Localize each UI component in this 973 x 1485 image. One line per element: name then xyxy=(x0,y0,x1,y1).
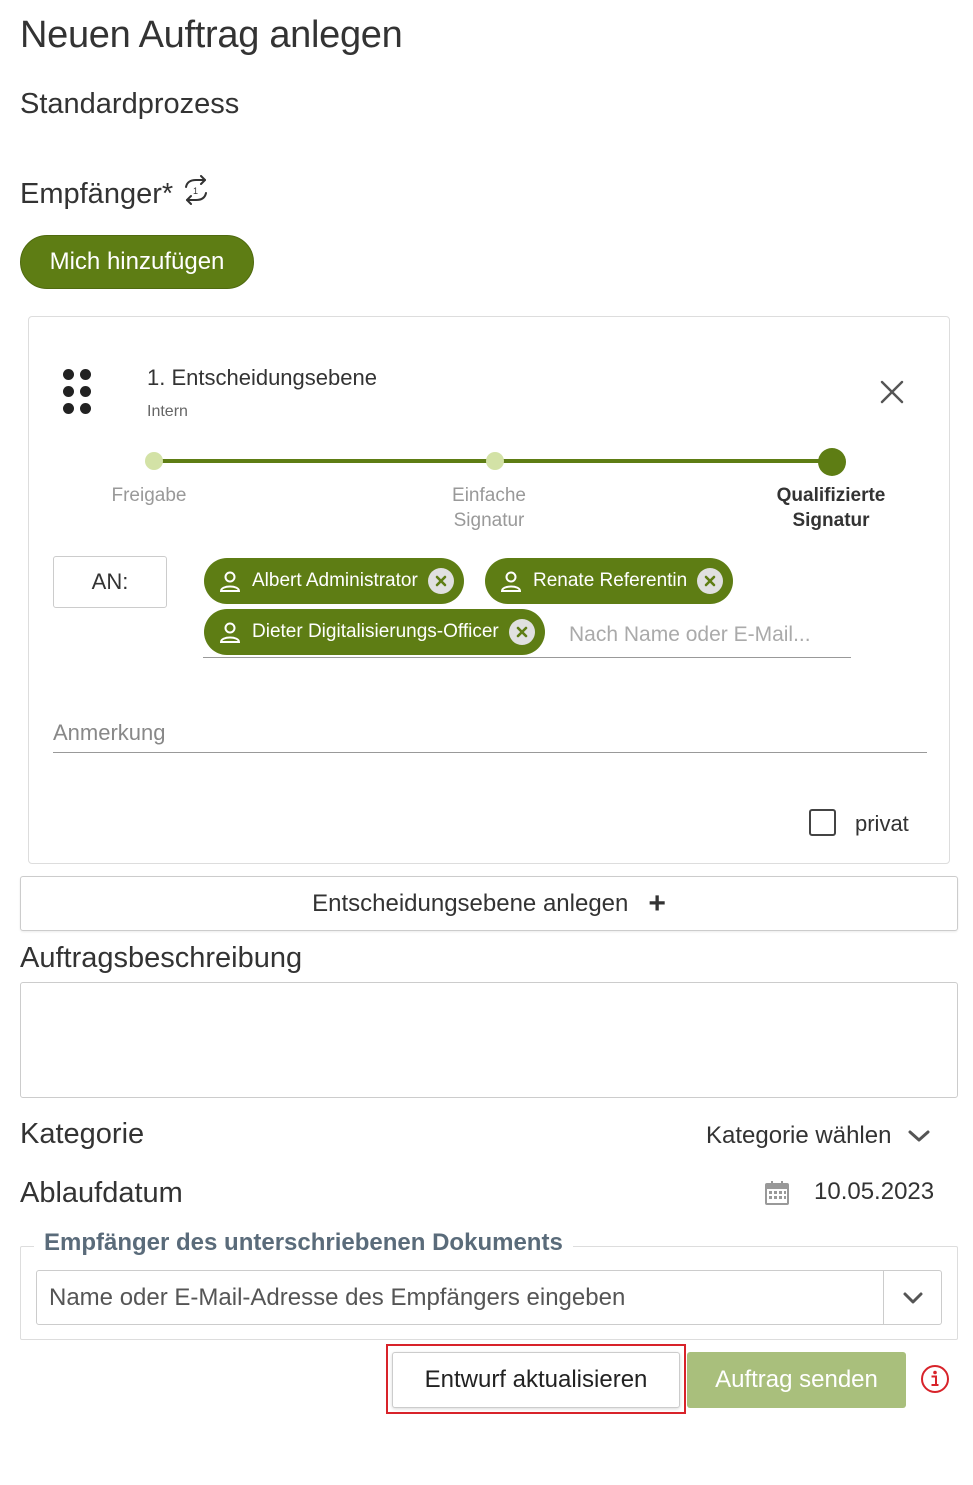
recipient-chip: Albert Administrator xyxy=(204,558,464,604)
remove-recipient-icon[interactable] xyxy=(427,568,454,594)
category-select-label: Kategorie wählen xyxy=(706,1122,892,1149)
private-label: privat xyxy=(855,811,909,836)
step-label-line: Signatur xyxy=(792,510,870,531)
signed-doc-recipient-dropdown-toggle[interactable] xyxy=(883,1271,941,1324)
chevron-down-icon xyxy=(903,1292,922,1303)
expiry-label: Ablaufdatum xyxy=(20,1177,183,1209)
recipient-type-selector[interactable]: AN: xyxy=(53,556,167,608)
note-input[interactable] xyxy=(53,713,927,753)
remove-recipient-icon[interactable] xyxy=(508,619,535,645)
signed-doc-recipient-input[interactable] xyxy=(37,1271,883,1324)
category-select[interactable]: Kategorie wählen xyxy=(706,1122,931,1150)
step-dot-simple-signature[interactable] xyxy=(486,452,504,470)
decision-level-card: 1. Entscheidungsebene Intern Freigabe Ei… xyxy=(28,316,950,864)
update-draft-button[interactable]: Entwurf aktualisieren xyxy=(392,1352,680,1408)
recipient-chip-name: Dieter Digitalisierungs-Officer xyxy=(252,621,499,642)
recipient-field-underline xyxy=(203,657,851,658)
recipient-chip: Dieter Digitalisierungs-Officer xyxy=(204,609,545,655)
add-decision-level-button[interactable]: Entscheidungsebene anlegen + xyxy=(20,876,958,931)
person-icon xyxy=(499,569,523,593)
level-subtitle: Intern xyxy=(147,403,188,420)
recipient-chip-name: Renate Referentin xyxy=(533,570,688,591)
private-checkbox[interactable] xyxy=(809,809,836,836)
plus-icon: + xyxy=(648,886,666,920)
remove-recipient-icon[interactable] xyxy=(697,568,724,594)
svg-text:1: 1 xyxy=(193,186,198,196)
info-icon[interactable] xyxy=(920,1364,950,1394)
recipient-chip: Renate Referentin xyxy=(485,558,734,604)
expiry-date-value[interactable]: 10.05.2023 xyxy=(814,1178,934,1206)
step-label-line: Freigabe xyxy=(111,485,187,506)
step-label-line: Qualifizierte xyxy=(776,485,886,506)
swap-arrows-icon[interactable]: 1 xyxy=(181,175,211,213)
page-title: Neuen Auftrag anlegen xyxy=(20,14,403,56)
description-textarea[interactable] xyxy=(20,982,958,1098)
step-dot-approval[interactable] xyxy=(145,452,163,470)
send-order-button[interactable]: Auftrag senden xyxy=(687,1352,906,1408)
calendar-icon[interactable] xyxy=(764,1180,790,1206)
signed-doc-recipients-legend: Empfänger des unterschriebenen Dokuments xyxy=(34,1229,573,1257)
process-subtitle: Standardprozess xyxy=(20,88,240,120)
step-dot-qualified-signature[interactable] xyxy=(818,448,846,476)
chevron-down-icon xyxy=(908,1130,930,1142)
add-decision-level-label: Entscheidungsebene anlegen xyxy=(312,889,629,917)
drag-handle-icon[interactable] xyxy=(63,369,93,415)
add-me-button[interactable]: Mich hinzufügen xyxy=(20,235,254,289)
recipients-heading-label: Empfänger* xyxy=(20,177,174,210)
recipients-heading: Empfänger* 1 xyxy=(20,175,211,213)
step-label-line: Signatur xyxy=(453,510,525,531)
close-icon[interactable] xyxy=(875,375,909,409)
step-label-line: Einfache xyxy=(452,485,526,506)
recipient-chip-name: Albert Administrator xyxy=(252,570,418,591)
level-title: 1. Entscheidungsebene xyxy=(147,365,377,390)
person-icon xyxy=(218,569,242,593)
category-label: Kategorie xyxy=(20,1118,145,1150)
description-heading: Auftragsbeschreibung xyxy=(20,942,303,974)
person-icon xyxy=(218,620,242,644)
recipient-search-input[interactable] xyxy=(569,617,851,653)
signed-doc-recipient-combobox[interactable] xyxy=(36,1270,942,1325)
step-label-qualified-signature: Qualifizierte Signatur xyxy=(761,483,901,533)
step-label-approval: Freigabe xyxy=(89,483,209,508)
step-label-simple-signature: Einfache Signatur xyxy=(429,483,549,533)
